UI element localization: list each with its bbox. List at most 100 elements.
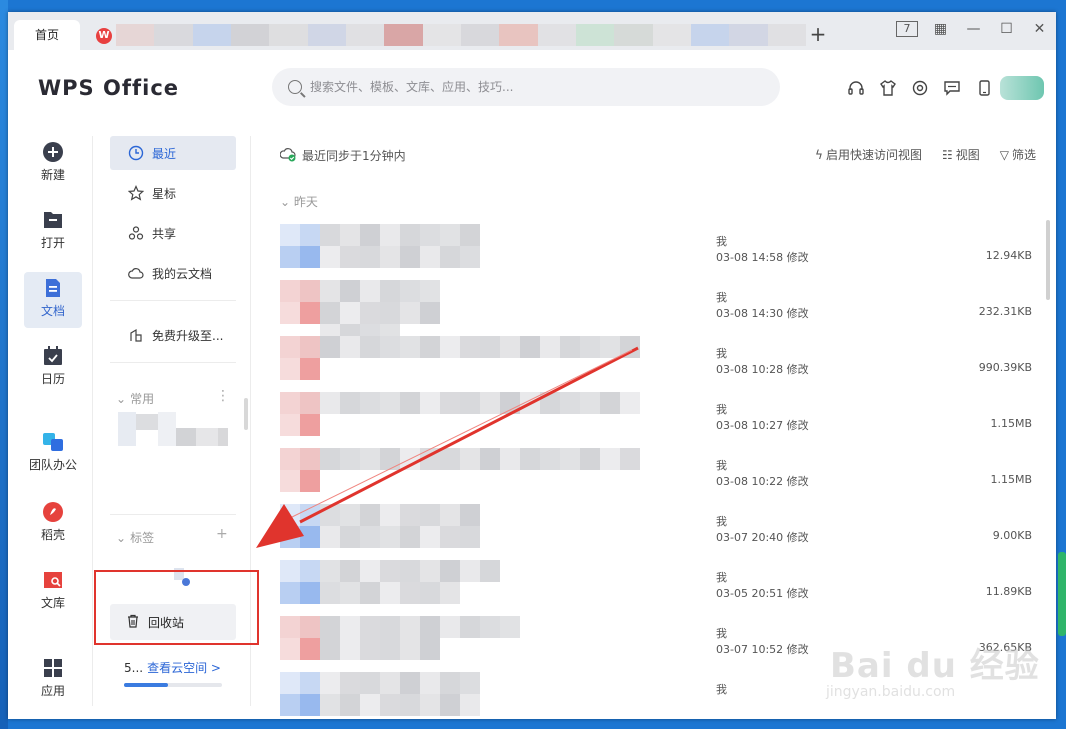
search-icon <box>288 80 302 94</box>
sidebar-item-recent[interactable]: 最近 <box>110 136 236 170</box>
file-row[interactable]: 我 03-08 10:22 修改 1.15MB <box>280 444 1040 500</box>
nav-item-label: 团队办公 <box>28 458 77 472</box>
view-button[interactable]: ☷ 视图 <box>942 146 980 163</box>
settings-gear-icon[interactable] <box>904 76 936 100</box>
sidebar-scrollbar[interactable] <box>244 398 248 430</box>
sidebar-item-label: 我的云文档 <box>152 266 213 281</box>
file-row[interactable]: 我 03-08 10:28 修改 990.39KB <box>280 332 1040 388</box>
recycle-bin-highlight-box <box>94 570 259 645</box>
nav-item-label: 稻壳 <box>40 528 65 542</box>
blurred-file-name <box>320 448 640 492</box>
headset-icon[interactable] <box>840 76 872 100</box>
file-owner: 我 <box>716 571 727 584</box>
add-tag-icon[interactable]: + <box>216 526 228 542</box>
window-controls: 7 ▦ — ☐ ✕ <box>891 18 1056 40</box>
calendar-icon <box>42 345 64 367</box>
nav-item-docer[interactable]: 稻壳 <box>24 496 82 552</box>
nav-item-label: 新建 <box>40 168 65 182</box>
message-icon[interactable] <box>936 76 968 100</box>
filter-label: 筛选 <box>1011 148 1036 162</box>
watermark-brand: Bai du 经验 <box>830 646 1040 686</box>
file-owner: 我 <box>716 515 727 528</box>
wps-logo-icon: W <box>96 28 112 44</box>
desktop-background <box>0 0 8 729</box>
list-view-icon: ☷ <box>941 147 953 162</box>
nav-item-documents[interactable]: 文档 <box>24 272 82 328</box>
tags-section-header[interactable]: ⌄ 标签 <box>116 529 154 546</box>
file-row[interactable]: 我 03-07 20:40 修改 9.00KB <box>280 500 1040 556</box>
list-toolbar: ϟ 启用快速访问视图 ☷ 视图 ▽ 筛选 <box>795 146 1036 163</box>
sync-status-text: 最近同步于1分钟内 <box>302 149 406 163</box>
user-avatar[interactable] <box>1000 76 1044 100</box>
sidebar-item-label: 最近 <box>152 146 177 161</box>
tab-document[interactable]: W <box>88 20 808 50</box>
blurred-file-name <box>320 280 440 346</box>
file-row[interactable]: 我 03-08 14:58 修改 12.94KB <box>280 220 1040 276</box>
sidebar-item-starred[interactable]: 星标 <box>110 176 236 210</box>
file-modified-time: 03-08 10:28 修改 <box>716 363 809 376</box>
more-options-icon[interactable]: ⋮ <box>216 388 230 404</box>
nav-item-label: 文库 <box>40 596 65 610</box>
sidebar-item-label: 共享 <box>152 226 177 241</box>
docer-icon <box>42 501 64 523</box>
sidebar-divider <box>110 514 236 515</box>
file-size: 232.31KB <box>978 305 1032 318</box>
filter-button[interactable]: ▽ 筛选 <box>1000 146 1036 163</box>
minimize-button[interactable]: — <box>957 18 990 40</box>
file-list-scrollbar[interactable] <box>1046 220 1050 300</box>
tab-home[interactable]: 首页 <box>14 20 80 50</box>
sync-status: 最近同步于1分钟内 <box>279 146 406 165</box>
sidebar-item-cloud-docs[interactable]: 我的云文档 <box>110 256 236 290</box>
close-button[interactable]: ✕ <box>1023 18 1056 40</box>
file-modified-time: 03-08 14:30 修改 <box>716 307 809 320</box>
blurred-file-name <box>320 616 520 660</box>
file-thumbnail <box>280 280 320 324</box>
common-section-header[interactable]: ⌄ 常用 <box>116 390 154 407</box>
nav-item-apps[interactable]: 应用 <box>24 652 82 708</box>
file-thumbnail <box>280 336 320 380</box>
maximize-button[interactable]: ☐ <box>990 18 1023 40</box>
file-owner: 我 <box>716 403 727 416</box>
nav-item-calendar[interactable]: 日历 <box>24 340 82 396</box>
upgrade-link[interactable]: 免费升级至... <box>110 318 236 352</box>
nav-item-label: 应用 <box>40 684 65 698</box>
file-thumbnail <box>280 504 320 548</box>
nav-item-team-office[interactable]: 团队办公 <box>22 426 84 482</box>
add-tab-button[interactable]: + <box>808 22 828 46</box>
desktop-edge-widget <box>1058 552 1066 636</box>
file-row[interactable]: 我 03-08 10:27 修改 1.15MB <box>280 388 1040 444</box>
sidebar-item-shared[interactable]: 共享 <box>110 216 236 250</box>
group-header-yesterday[interactable]: ⌄ 昨天 <box>280 193 318 210</box>
file-size: 990.39KB <box>978 361 1032 374</box>
nav-item-new[interactable]: 新建 <box>24 136 82 192</box>
tab-count-icon[interactable]: 7 <box>896 21 918 37</box>
cloud-usage-text: 5... <box>124 661 144 675</box>
cloud-storage-progress-fill <box>124 683 169 687</box>
file-size: 1.15MB <box>990 473 1032 486</box>
search-input[interactable] <box>310 80 750 94</box>
sidebar-divider <box>110 300 236 301</box>
nav-item-label: 日历 <box>40 372 65 386</box>
view-cloud-space-link[interactable]: 查看云空间 > <box>147 661 221 675</box>
lightning-icon: ϟ <box>815 147 823 162</box>
search-bar[interactable] <box>272 68 780 106</box>
chevron-down-icon: ⌄ <box>116 531 127 545</box>
nav-item-library[interactable]: 文库 <box>24 564 82 620</box>
filter-icon: ▽ <box>999 147 1009 162</box>
quick-access-button[interactable]: ϟ 启用快速访问视图 <box>815 146 922 163</box>
nav-item-open[interactable]: 打开 <box>24 204 82 260</box>
cloud-icon <box>128 265 144 281</box>
grid-icon[interactable]: ▦ <box>924 18 957 40</box>
view-label: 视图 <box>955 148 980 162</box>
chevron-down-icon: ⌄ <box>280 195 294 209</box>
file-size: 1.15MB <box>990 417 1032 430</box>
skin-shirt-icon[interactable] <box>872 76 904 100</box>
blurred-common-items <box>118 412 228 480</box>
phone-icon[interactable] <box>968 76 1000 100</box>
file-owner: 我 <box>716 627 727 640</box>
file-row[interactable]: 我 03-08 14:30 修改 232.31KB <box>280 276 1040 346</box>
apps-icon <box>42 657 64 679</box>
blurred-file-name <box>320 224 480 268</box>
file-row[interactable]: 我 03-05 20:51 修改 11.89KB <box>280 556 1040 612</box>
blurred-tab-titles <box>116 24 806 46</box>
